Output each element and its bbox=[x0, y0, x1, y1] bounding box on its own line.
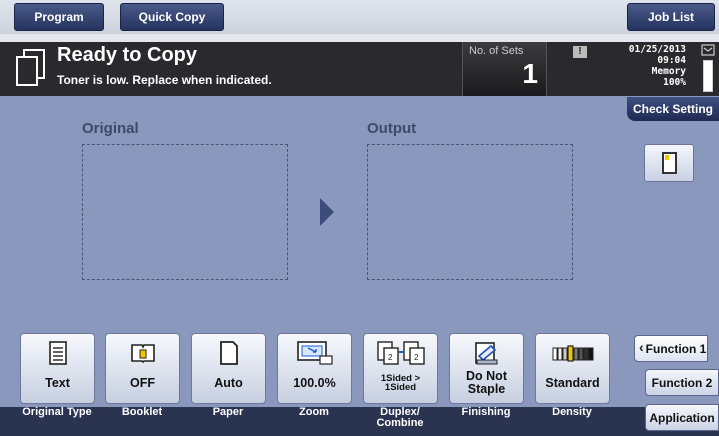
arrow-right-icon bbox=[320, 198, 334, 226]
memory-gauge bbox=[703, 60, 713, 92]
tab-job-list[interactable]: Job List bbox=[627, 3, 715, 31]
density-value: Standard bbox=[545, 375, 600, 390]
status-title: Ready to Copy bbox=[57, 44, 198, 66]
date-text: 01/25/2013 bbox=[628, 44, 686, 55]
booklet-value: OFF bbox=[130, 375, 155, 390]
tab-program[interactable]: Program bbox=[14, 3, 104, 31]
copy-document-icon bbox=[16, 49, 45, 86]
status-panel: Ready to Copy Toner is low. Replace when… bbox=[0, 42, 719, 96]
paper-icon bbox=[661, 152, 677, 174]
zoom-label: Zoom bbox=[299, 406, 329, 418]
paper-icon bbox=[219, 341, 238, 365]
paper-tray-button[interactable] bbox=[644, 144, 694, 182]
tray-icon bbox=[701, 44, 715, 56]
check-setting-button[interactable]: Check Setting bbox=[627, 97, 719, 121]
paper-label: Paper bbox=[212, 406, 244, 418]
density-key[interactable]: Standard bbox=[535, 333, 610, 404]
memory-label: Memory bbox=[651, 66, 686, 77]
original-type-value: Text bbox=[45, 375, 70, 390]
paper-value: Auto bbox=[214, 375, 243, 390]
memory-value: 100% bbox=[663, 77, 686, 88]
output-preview bbox=[367, 144, 573, 280]
booklet-label: Booklet bbox=[121, 406, 163, 418]
function-1-label: Function 1 bbox=[645, 341, 707, 356]
info-icon[interactable]: ! bbox=[573, 46, 587, 58]
datetime-readout: 01/25/2013 09:04 Memory 100% bbox=[614, 44, 686, 88]
function-1-button[interactable]: ‹ Function 1 bbox=[634, 335, 708, 362]
application-button[interactable]: Application bbox=[645, 404, 719, 431]
original-type-label: Original Type bbox=[22, 406, 92, 418]
svg-text:2: 2 bbox=[388, 353, 393, 362]
density-label: Density bbox=[552, 406, 592, 418]
status-message: Toner is low. Replace when indicated. bbox=[57, 73, 272, 87]
output-label: Output bbox=[367, 120, 417, 137]
top-bar bbox=[0, 0, 719, 34]
staple-icon bbox=[474, 342, 497, 365]
paper-key[interactable]: Auto bbox=[191, 333, 266, 404]
finishing-key[interactable]: Do Not Staple bbox=[449, 333, 524, 404]
zoom-value: 100.0% bbox=[293, 375, 336, 390]
duplex-icon: 2 2 bbox=[376, 341, 425, 365]
original-type-key[interactable]: Text bbox=[20, 333, 95, 404]
document-text-icon bbox=[48, 341, 67, 365]
original-label: Original bbox=[82, 120, 139, 137]
sets-display[interactable]: No. of Sets 1 bbox=[462, 42, 547, 96]
svg-text:2: 2 bbox=[414, 353, 419, 362]
finishing-value: Do Not Staple bbox=[466, 369, 507, 396]
time-text: 09:04 bbox=[657, 55, 686, 66]
function-2-button[interactable]: Function 2 bbox=[645, 369, 719, 396]
density-icon bbox=[552, 345, 593, 362]
chevron-left-icon: ‹ bbox=[639, 339, 644, 355]
duplex-value: 1Sided > 1Sided bbox=[380, 373, 421, 393]
sets-value: 1 bbox=[522, 58, 538, 89]
booklet-key[interactable]: OFF bbox=[105, 333, 180, 404]
zoom-icon bbox=[296, 341, 333, 365]
finishing-label: Finishing bbox=[461, 406, 511, 418]
tab-quick-copy[interactable]: Quick Copy bbox=[120, 3, 224, 31]
booklet-icon bbox=[130, 344, 155, 364]
duplex-combine-label: Duplex/ Combine bbox=[376, 406, 424, 429]
sets-label: No. of Sets bbox=[469, 45, 524, 57]
duplex-combine-key[interactable]: 2 2 1Sided > 1Sided bbox=[363, 333, 438, 404]
zoom-key[interactable]: 100.0% bbox=[277, 333, 352, 404]
original-preview bbox=[82, 144, 288, 280]
